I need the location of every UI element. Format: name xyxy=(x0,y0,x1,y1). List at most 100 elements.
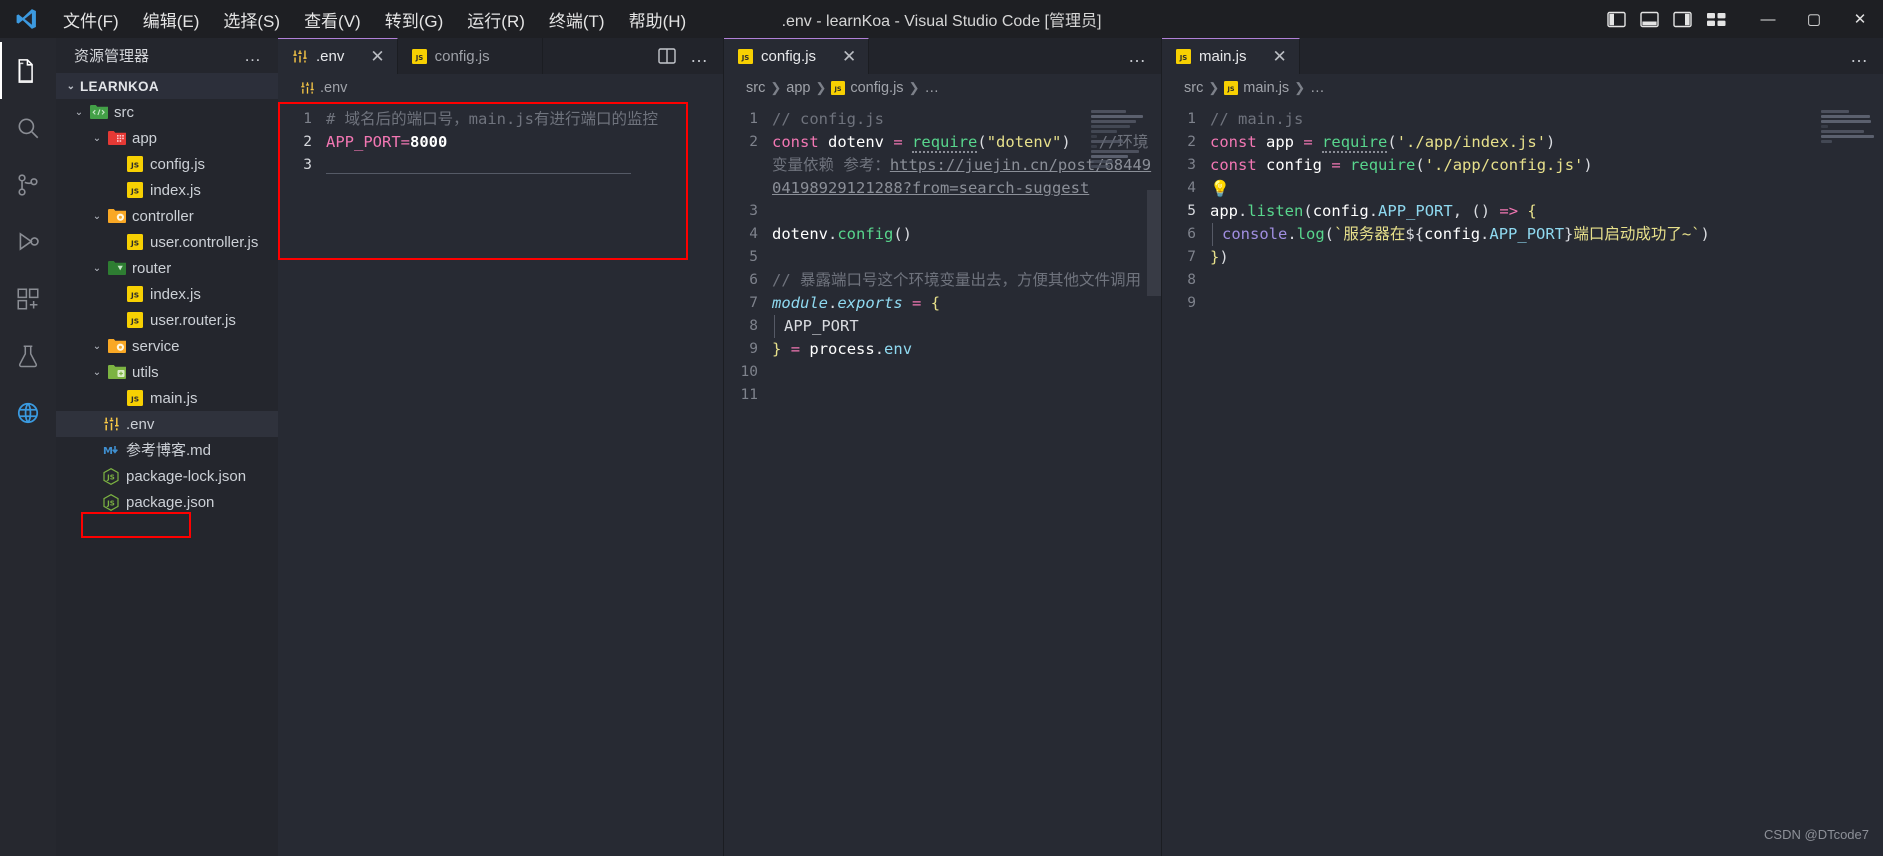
activity-item-run-and-debug[interactable] xyxy=(0,213,56,270)
tab-dotenv[interactable]: .env ✕ xyxy=(278,38,398,74)
explorer-more-actions-icon[interactable]: … xyxy=(232,46,274,66)
tree-item-user-controller-js[interactable]: JS user.controller.js xyxy=(56,229,278,255)
editor-group-2: JS config.js ✕ … src ❯ app ❯ JS config.j… xyxy=(724,38,1162,856)
breadcrumb-item[interactable]: src xyxy=(746,80,765,96)
window-close-button[interactable]: ✕ xyxy=(1837,0,1883,38)
markdown-icon: M xyxy=(100,443,122,457)
tree-item-dotenv[interactable]: .env xyxy=(56,411,278,437)
folder-router-icon xyxy=(106,260,128,276)
svg-text:JS: JS xyxy=(130,317,139,326)
line-number: 3 xyxy=(749,203,758,219)
menu-terminal[interactable]: 终端(T) xyxy=(538,3,616,36)
tree-item-package-json[interactable]: JS package.json xyxy=(56,489,278,515)
tree-item-package-lock-json[interactable]: JS package-lock.json xyxy=(56,463,278,489)
code-line: 2 const app = require('./app/index.js') xyxy=(1162,131,1883,154)
editor-actions-group-2: … xyxy=(1114,38,1161,74)
activity-item-explorer[interactable] xyxy=(0,42,56,99)
breadcrumb-group-1[interactable]: .env xyxy=(278,74,723,102)
activity-item-source-control[interactable] xyxy=(0,156,56,213)
tree-item-user-router-js[interactable]: JS user.router.js xyxy=(56,307,278,333)
window-minimize-button[interactable]: — xyxy=(1745,0,1791,38)
line-content: const app = require('./app/index.js') xyxy=(1210,133,1556,153)
tab-main-js[interactable]: JS main.js ✕ xyxy=(1162,38,1300,74)
code-editor-dotenv[interactable]: 1 # 域名后的端口号，main.js有进行端口的监控 2 APP_PORT=8… xyxy=(278,102,723,856)
tree-item-app-index-js[interactable]: JS index.js xyxy=(56,177,278,203)
code-line: 6 console.log(`服务器在${config.APP_PORT}端口启… xyxy=(1162,223,1883,246)
breadcrumb-item[interactable]: src xyxy=(1184,80,1203,96)
chevron-down-icon: ⌄ xyxy=(92,262,102,274)
tree-item-main-js[interactable]: JS main.js xyxy=(56,385,278,411)
menu-file[interactable]: 文件(F) xyxy=(52,3,130,36)
nodejs-json-icon: JS xyxy=(100,493,122,511)
layout-controls[interactable] xyxy=(1607,11,1745,28)
folder-utils-icon xyxy=(106,364,128,380)
tree-item-service[interactable]: ⌄ service xyxy=(56,333,278,359)
split-editor-icon[interactable] xyxy=(658,48,676,64)
tree-item-src[interactable]: ⌄ src xyxy=(56,99,278,125)
tab-close-icon[interactable]: ✕ xyxy=(842,48,856,65)
more-actions-icon[interactable]: … xyxy=(1128,46,1147,67)
more-actions-icon[interactable]: … xyxy=(1850,46,1869,67)
code-line: 9 } = process.env xyxy=(724,338,1161,361)
activity-item-extensions[interactable] xyxy=(0,270,56,327)
customize-layout-icon[interactable] xyxy=(1706,11,1727,28)
toggle-panel-icon[interactable] xyxy=(1640,11,1659,28)
source-control-icon xyxy=(15,172,41,198)
beaker-icon xyxy=(15,343,41,369)
line-number: 7 xyxy=(1187,249,1196,265)
tab-config-js[interactable]: JS config.js ✕ xyxy=(397,38,543,74)
quick-fix-lightbulb-icon[interactable]: 💡 xyxy=(1210,177,1883,200)
toggle-primary-sidebar-icon[interactable] xyxy=(1607,11,1626,28)
menu-goto[interactable]: 转到(G) xyxy=(374,3,455,36)
breadcrumb-item[interactable]: main.js xyxy=(1243,80,1289,96)
tab-config-js[interactable]: JS config.js ✕ xyxy=(724,38,870,74)
chevron-down-icon: ⌄ xyxy=(92,210,102,222)
code-line: 8 APP_PORT xyxy=(724,315,1161,338)
toggle-secondary-sidebar-icon[interactable] xyxy=(1673,11,1692,28)
tree-root-learnkoa[interactable]: ⌄ LEARNKOA xyxy=(56,73,278,99)
breadcrumb-item[interactable]: … xyxy=(924,80,939,96)
tree-item-config-js[interactable]: JS config.js xyxy=(56,151,278,177)
code-line: 3 const config = require('./app/config.j… xyxy=(1162,154,1883,177)
code-line: 1 // config.js xyxy=(724,108,1161,131)
line-content: # 域名后的端口号，main.js有进行端口的监控 xyxy=(326,110,658,128)
editor-scrollbar-group-2[interactable] xyxy=(1147,190,1161,296)
window-maximize-button[interactable]: ▢ xyxy=(1791,0,1837,38)
menu-run[interactable]: 运行(R) xyxy=(456,3,536,36)
activity-item-remote-explorer[interactable] xyxy=(0,384,56,441)
breadcrumb-item[interactable]: config.js xyxy=(850,80,903,96)
js-file-icon: JS xyxy=(124,182,146,198)
activity-item-search[interactable] xyxy=(0,99,56,156)
line-content: // config.js xyxy=(772,110,884,128)
tree-item-utils[interactable]: ⌄ utils xyxy=(56,359,278,385)
breadcrumb-item[interactable]: … xyxy=(1310,80,1325,96)
editor-actions-group-3: … xyxy=(1836,38,1883,74)
line-content: dotenv.config() xyxy=(772,225,913,243)
tree-item-blog-md[interactable]: M 参考博客.md xyxy=(56,437,278,463)
line-number: 10 xyxy=(740,364,758,380)
tree-item-router-index-js[interactable]: JS index.js xyxy=(56,281,278,307)
line-number: 6 xyxy=(1187,226,1196,242)
activity-bar xyxy=(0,38,56,856)
tree-item-controller[interactable]: ⌄ controller xyxy=(56,203,278,229)
svg-text:JS: JS xyxy=(130,395,139,404)
breadcrumb-item[interactable]: app xyxy=(786,80,810,96)
activity-item-testing[interactable] xyxy=(0,327,56,384)
tab-close-icon[interactable]: ✕ xyxy=(1273,48,1287,65)
svg-text:M: M xyxy=(103,446,113,457)
menu-help[interactable]: 帮助(H) xyxy=(618,3,698,36)
breadcrumb-group-2[interactable]: src ❯ app ❯ JS config.js ❯ … xyxy=(724,74,1161,102)
tree-item-label: controller xyxy=(132,207,194,225)
more-actions-icon[interactable]: … xyxy=(690,46,709,67)
tab-close-icon[interactable]: ✕ xyxy=(370,48,384,65)
tree-item-router[interactable]: ⌄ router xyxy=(56,255,278,281)
tree-item-app[interactable]: ⌄ app xyxy=(56,125,278,151)
code-editor-config-js[interactable]: 1 // config.js 2 const dotenv = require(… xyxy=(724,102,1161,856)
menu-edit[interactable]: 编辑(E) xyxy=(132,3,211,36)
breadcrumb-group-3[interactable]: src ❯ JS main.js ❯ … xyxy=(1162,74,1883,102)
menu-bar[interactable]: 文件(F) 编辑(E) 选择(S) 查看(V) 转到(G) 运行(R) 终端(T… xyxy=(52,3,697,36)
breadcrumb-item[interactable]: .env xyxy=(320,80,347,96)
code-editor-main-js[interactable]: 1 // main.js 2 const app = require('./ap… xyxy=(1162,102,1883,856)
menu-view[interactable]: 查看(V) xyxy=(293,3,372,36)
menu-select[interactable]: 选择(S) xyxy=(212,3,291,36)
